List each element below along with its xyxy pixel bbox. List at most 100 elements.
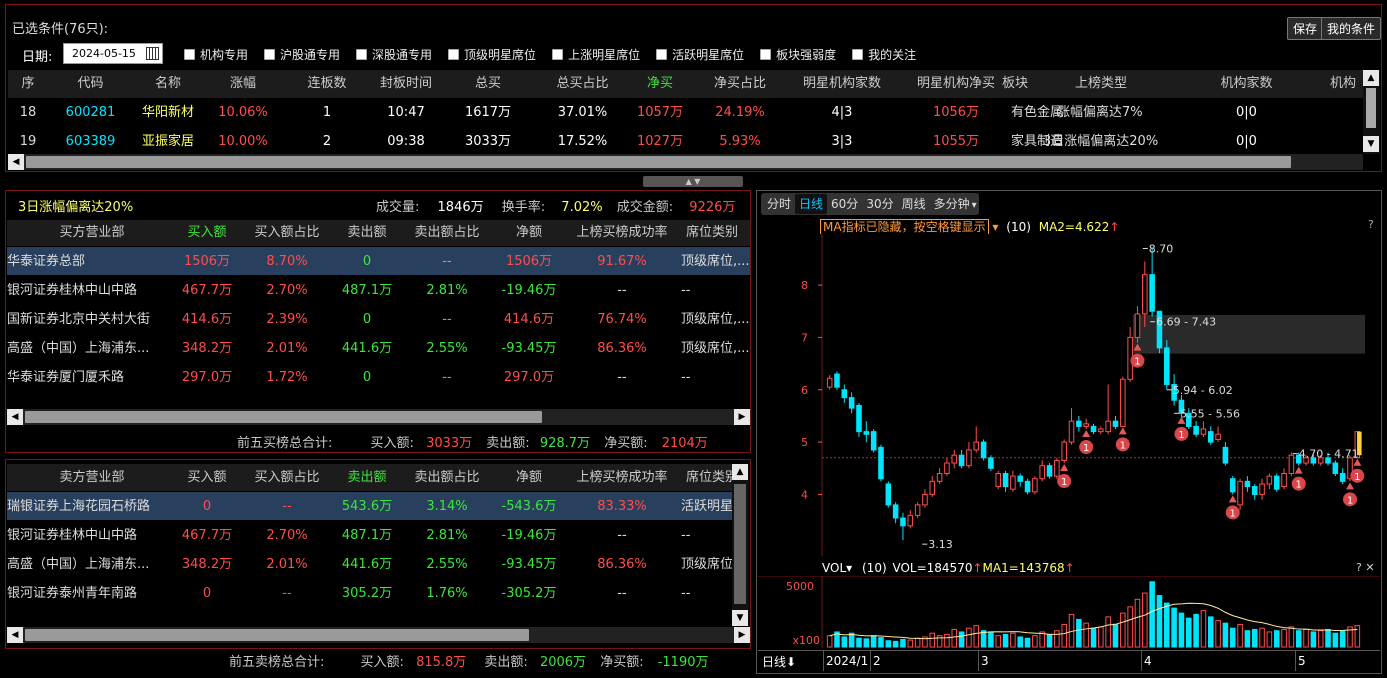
filter-checkbox-1[interactable]: 沪股通专用 — [264, 48, 340, 62]
ma-dropdown-icon[interactable]: ▾ — [992, 220, 998, 234]
volume-chart[interactable]: 5000 x100 — [758, 576, 1380, 648]
scroll-right-icon[interactable]: ▶ — [734, 409, 750, 425]
chart-tab-1[interactable]: 日线 — [795, 194, 828, 214]
column-header[interactable]: 明星机构家数 — [790, 70, 894, 98]
multi-minute-dropdown-icon[interactable]: ▾ — [972, 200, 977, 211]
column-header[interactable]: 净额 — [484, 465, 574, 491]
kline-chart[interactable]: 4 5 6 7 8 8.70 6.69 - 7.43 5.94 - 6.02 5.55 - 5.… — [758, 234, 1380, 556]
splitter-handle[interactable]: ▲ ▼ — [643, 176, 743, 187]
column-header[interactable]: 封板时间 — [371, 70, 441, 98]
list-item[interactable]: 华泰证券总部 1506万 8.70% 0 -- 1506万 91.67% 顶级席位,... — [0, 247, 750, 276]
table-cell: -93.45万 — [501, 341, 557, 356]
checkbox-icon[interactable] — [356, 49, 368, 60]
scroll-up-icon[interactable]: ▲ — [732, 464, 748, 480]
column-header[interactable]: 买入额 — [170, 465, 244, 491]
save-button[interactable]: 保存 — [1287, 17, 1324, 40]
checkbox-icon[interactable] — [760, 49, 772, 60]
column-header[interactable]: 卖出额 — [330, 465, 404, 491]
column-header[interactable]: 机构家数 — [1209, 70, 1284, 98]
column-header[interactable]: 席位类别 — [686, 220, 761, 246]
filter-checkbox-3[interactable]: 顶级明星席位 — [448, 48, 536, 62]
scroll-left-icon[interactable]: ◀ — [7, 409, 23, 425]
column-header[interactable]: 卖方营业部 — [7, 465, 167, 491]
column-header[interactable]: 涨幅 — [203, 70, 283, 98]
column-header[interactable]: 卖出额 — [330, 220, 404, 246]
chart-tab-4[interactable]: 周线 — [898, 194, 930, 214]
list-item[interactable]: 银河证券桂林中山中路 467.7万 2.70% 487.1万 2.81% -19.46万 -… — [0, 276, 750, 305]
column-header[interactable]: 明星机构净买 — [894, 70, 1018, 98]
column-header[interactable]: 净买占比 — [690, 70, 790, 98]
checkbox-icon[interactable] — [264, 49, 276, 60]
column-header[interactable]: 总买 — [441, 70, 535, 98]
filter-checkbox-4[interactable]: 上涨明星席位 — [552, 48, 640, 62]
table-cell: 华阳新材 — [141, 105, 194, 120]
checkbox-icon[interactable] — [552, 49, 564, 60]
scroll-down-icon[interactable]: ▼ — [1363, 136, 1379, 152]
checkbox-icon[interactable] — [448, 49, 460, 60]
column-header[interactable]: 买方营业部 — [7, 220, 167, 246]
column-header[interactable]: 机构 — [1330, 70, 1363, 98]
column-header[interactable]: 净额 — [484, 220, 574, 246]
column-header[interactable]: 上榜类型 — [1075, 70, 1185, 98]
vol-help-icons[interactable]: ? ✕ — [1356, 561, 1375, 574]
candle — [1332, 460, 1339, 477]
top-vscroll[interactable]: ▲ ▼ — [1363, 70, 1380, 154]
column-header[interactable]: 卖出额占比 — [404, 220, 490, 246]
vol-dropdown-icon[interactable]: ▾ — [846, 561, 852, 575]
ma-toggle-button[interactable]: MA指标已隐藏，按空格键显示 — [820, 219, 989, 235]
scroll-right-icon[interactable]: ▶ — [734, 627, 750, 643]
checkbox-icon[interactable] — [656, 49, 668, 60]
column-header[interactable]: 连板数 — [283, 70, 371, 98]
checkbox-icon[interactable] — [852, 49, 864, 60]
chart-tab-3[interactable]: 30分 — [862, 194, 897, 214]
filter-checkbox-6[interactable]: 板块强弱度 — [760, 48, 836, 62]
table-cell: 2.01% — [266, 341, 308, 356]
filter-checkbox-2[interactable]: 深股通专用 — [356, 48, 432, 62]
column-header[interactable]: 名称 — [133, 70, 203, 98]
buy-hscroll[interactable]: ◀ ▶ — [7, 409, 750, 425]
column-header[interactable]: 总买占比 — [535, 70, 630, 98]
column-header[interactable]: 买入额占比 — [244, 220, 330, 246]
my-conditions-button[interactable]: 我的条件 — [1321, 17, 1382, 40]
column-header[interactable]: 卖出额占比 — [404, 465, 490, 491]
chart-tab-0[interactable]: 分时 — [763, 194, 795, 214]
period-label[interactable]: 日线⬇ — [762, 653, 796, 670]
column-header[interactable]: 代码 — [48, 70, 133, 98]
list-item[interactable]: 高盛（中国）上海浦东... 348.2万 2.01% 441.6万 2.55% -93.4… — [0, 334, 750, 363]
column-header[interactable]: 序 — [8, 70, 48, 98]
list-item[interactable]: 银河证券泰州青年南路 0 -- 305.2万 1.76% -305.2万 -- -- — [0, 579, 750, 608]
list-item[interactable]: 华泰证券厦门厦禾路 297.0万 1.72% 0 -- 297.0万 -- -- — [0, 363, 750, 392]
list-item[interactable]: 国新证券北京中关村大街 414.6万 2.39% 0 -- 414.6万 76.74% 顶级席… — [0, 305, 750, 334]
calendar-icon[interactable] — [146, 47, 159, 60]
scroll-up-icon[interactable]: ▲ — [1363, 70, 1379, 86]
column-header[interactable]: 买入额占比 — [244, 465, 330, 491]
chart-tab-5[interactable]: 多分钟 — [930, 194, 974, 214]
sell-hscroll[interactable]: ◀ ▶ — [7, 627, 750, 643]
date-input[interactable]: 2024-05-15 — [63, 43, 163, 64]
list-item[interactable]: 银河证券桂林中山中路 467.7万 2.70% 487.1万 2.81% -19.46万 -… — [0, 521, 750, 550]
column-header[interactable]: 净买 — [630, 70, 690, 98]
column-header[interactable]: 买入额 — [170, 220, 244, 246]
chart-tab-2[interactable]: 60分 — [827, 194, 862, 214]
filter-checkbox-0[interactable]: 机构专用 — [184, 48, 248, 62]
filter-checkbox-7[interactable]: 我的关注 — [852, 48, 916, 62]
scroll-down-icon[interactable]: ▼ — [732, 610, 748, 626]
vol-ytick-label: 5000 — [786, 580, 814, 593]
help-icon[interactable]: ? — [1368, 218, 1374, 231]
filter-checkbox-5[interactable]: 活跃明星席位 — [656, 48, 744, 62]
top-hscroll[interactable]: ◀ — [8, 154, 1363, 170]
table-row[interactable]: 19 603389 亚振家居 10.00% 2 09:38 3033万 17.52% 1027万… — [0, 127, 1363, 156]
ma2-value: MA2=4.622 — [1038, 220, 1110, 234]
vol-dropdown-button[interactable]: VOL — [822, 561, 846, 575]
scroll-left-icon[interactable]: ◀ — [7, 627, 23, 643]
checkbox-icon[interactable] — [184, 49, 195, 60]
scroll-left-icon[interactable]: ◀ — [8, 154, 24, 170]
sell-total-label: 前五卖榜总合计: — [229, 655, 325, 670]
column-header[interactable]: 上榜买榜成功率 — [570, 220, 674, 246]
list-item[interactable]: 瑞银证券上海花园石桥路 0 -- 543.6万 3.14% -543.6万 83.33% 活跃… — [0, 492, 750, 521]
list-item[interactable]: 高盛（中国）上海浦东... 348.2万 2.01% 441.6万 2.55% -93.4… — [0, 550, 750, 579]
sell-vscroll[interactable]: ▲ ▼ — [732, 464, 749, 626]
column-header[interactable]: 席位类别 — [686, 465, 761, 491]
column-header[interactable]: 上榜买榜成功率 — [570, 465, 674, 491]
table-row[interactable]: 18 600281 华阳新材 10.06% 1 10:47 1617万 37.01% 1057万… — [0, 98, 1363, 127]
